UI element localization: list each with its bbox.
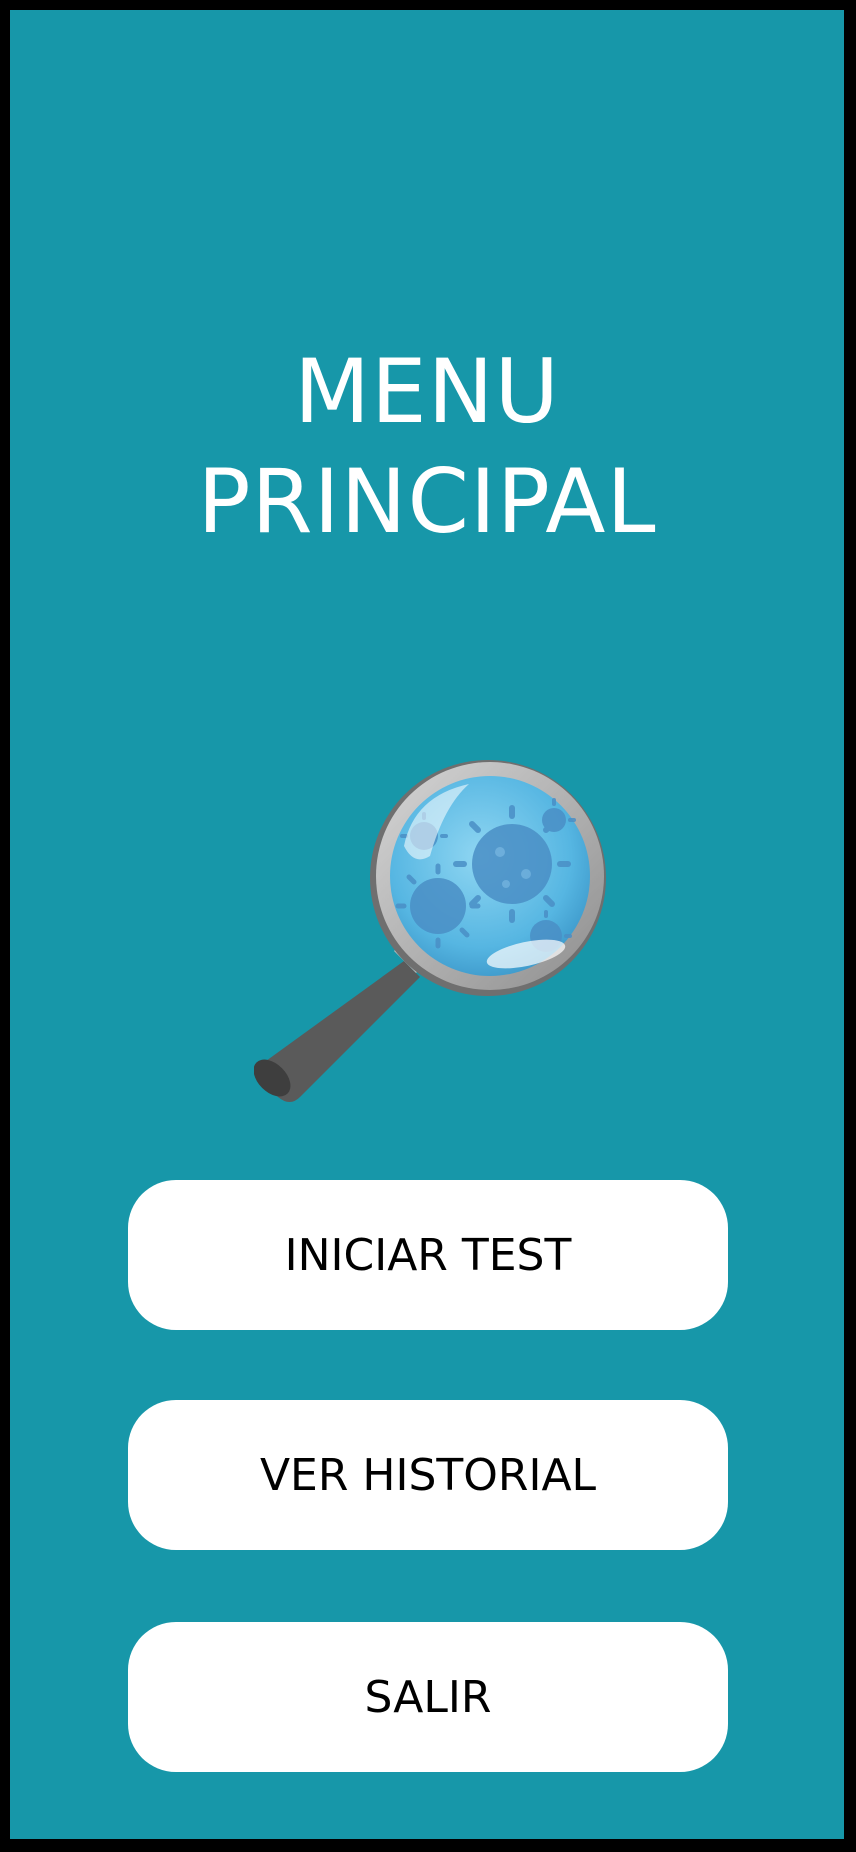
magnifying-glass-virus-icon — [254, 760, 606, 1102]
exit-button[interactable]: SALIR — [128, 1622, 728, 1772]
view-history-button[interactable]: VER HISTORIAL — [128, 1400, 728, 1550]
page-title-line-2: PRINCIPAL — [197, 449, 657, 553]
main-menu-screen: MENU PRINCIPAL INICIAR TEST VER HISTORIA… — [10, 10, 844, 1839]
start-test-button[interactable]: INICIAR TEST — [128, 1180, 728, 1330]
page-title: MENU PRINCIPAL — [10, 337, 844, 557]
page-title-line-1: MENU — [294, 339, 560, 443]
